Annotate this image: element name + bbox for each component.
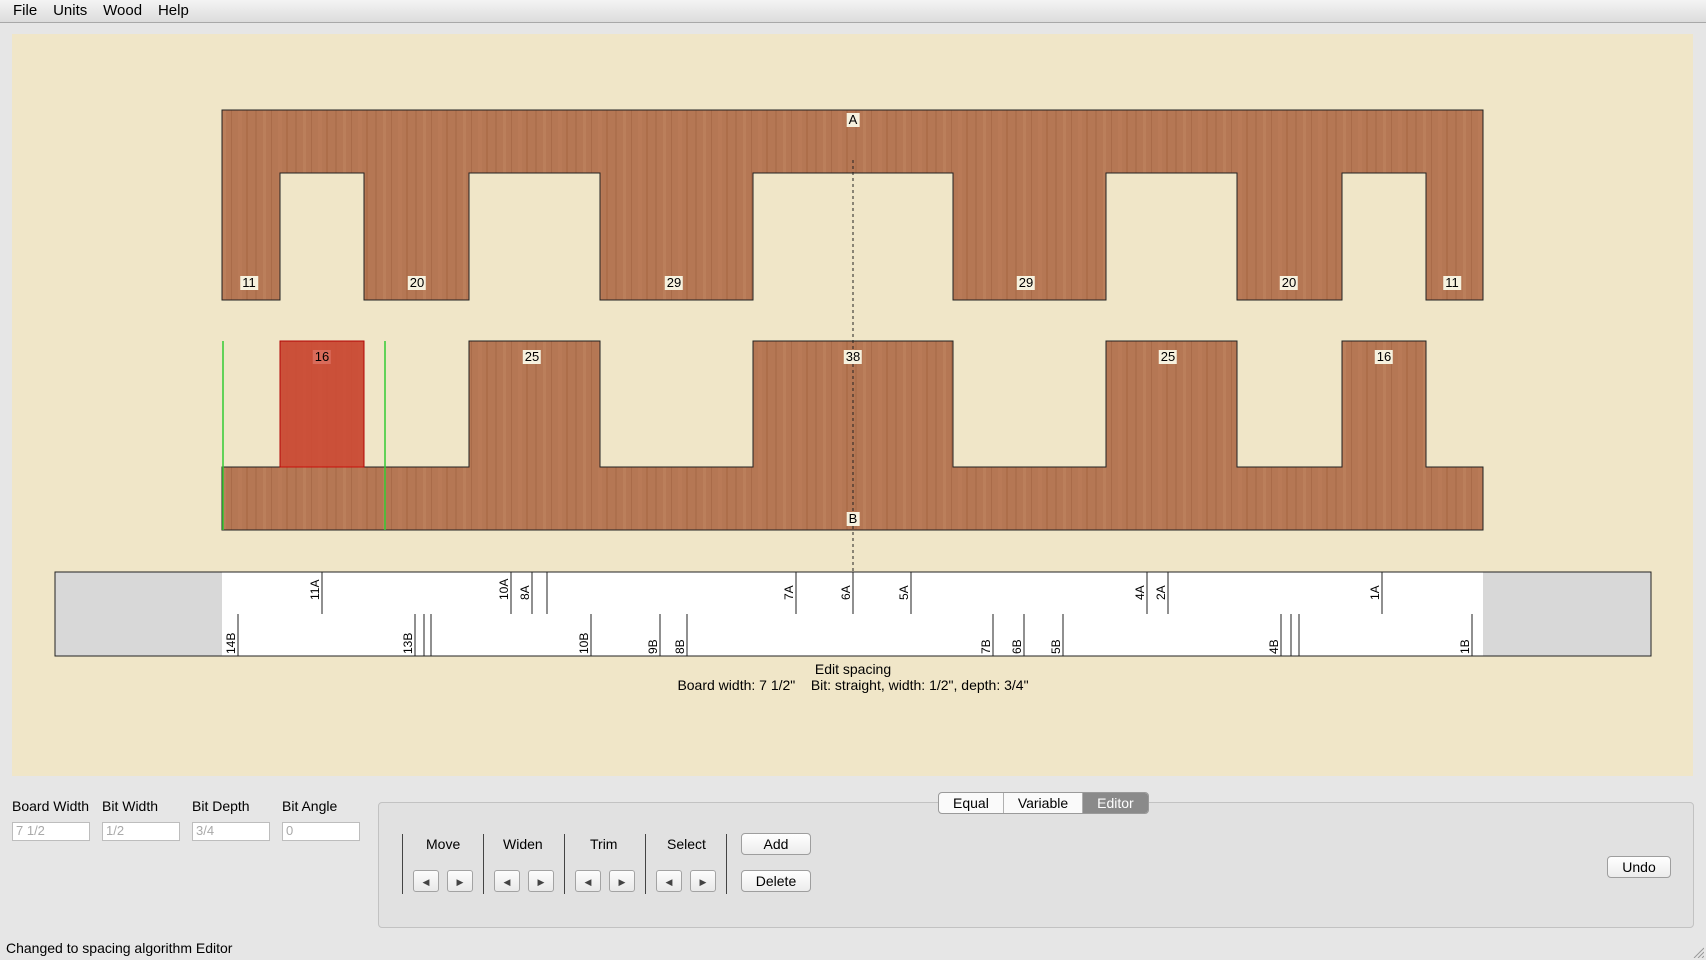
ruler-label: 8B bbox=[673, 639, 687, 654]
ruler-label: 5B bbox=[1049, 639, 1063, 654]
group-divider bbox=[483, 834, 484, 894]
ruler-label: 4A bbox=[1133, 585, 1147, 600]
board-width-label: Board Width bbox=[12, 798, 90, 814]
ruler-label: 11A bbox=[308, 580, 322, 600]
group-divider bbox=[564, 834, 565, 894]
board-a-label: A bbox=[846, 112, 860, 127]
trim-left-button[interactable]: ◀ bbox=[575, 870, 601, 892]
ruler-label: 6B bbox=[1010, 639, 1024, 654]
move-group-label: Move bbox=[426, 836, 461, 852]
board-width-field[interactable]: 7 1/2 bbox=[12, 822, 90, 841]
ruler-label: 9B bbox=[646, 639, 660, 654]
widen-right-button[interactable]: ▶ bbox=[528, 870, 554, 892]
ruler-label: 2A bbox=[1154, 585, 1168, 600]
bit-depth-field[interactable]: 3/4 bbox=[192, 822, 270, 841]
algorithm-tabs: Equal Variable Editor bbox=[938, 792, 1149, 814]
ruler-label: 1B bbox=[1458, 639, 1472, 654]
ruler-label: 8A bbox=[518, 585, 532, 600]
pin-label: 16 bbox=[1374, 349, 1394, 364]
ruler-label: 5A bbox=[897, 585, 911, 600]
spacing-ruler: 11A 10A 8A 7A 6A 5A 4A 2A 1A 14B 13B 10B 9B 8B 7B 6B 5B 4… bbox=[54, 571, 1652, 657]
bit-depth-label: Bit Depth bbox=[192, 798, 250, 814]
ruler-label: 10B bbox=[577, 633, 591, 654]
bit-width-field[interactable]: 1/2 bbox=[102, 822, 180, 841]
widen-left-button[interactable]: ◀ bbox=[494, 870, 520, 892]
delete-button[interactable]: Delete bbox=[741, 870, 811, 892]
pin-label: 38 bbox=[843, 349, 863, 364]
pin-label: 25 bbox=[522, 349, 542, 364]
tail-label: 11 bbox=[1443, 275, 1461, 290]
ruler-label: 10A bbox=[497, 579, 511, 600]
trim-right-button[interactable]: ▶ bbox=[609, 870, 635, 892]
bit-angle-field[interactable]: 0 bbox=[282, 822, 360, 841]
group-divider bbox=[645, 834, 646, 894]
resize-grip-icon[interactable] bbox=[1692, 946, 1704, 958]
group-divider bbox=[402, 834, 403, 894]
move-right-button[interactable]: ▶ bbox=[447, 870, 473, 892]
move-left-button[interactable]: ◀ bbox=[413, 870, 439, 892]
tab-variable[interactable]: Variable bbox=[1004, 793, 1084, 813]
editor-panel bbox=[378, 802, 1694, 928]
ruler-label: 13B bbox=[401, 633, 415, 654]
ruler-label: 14B bbox=[224, 633, 238, 654]
ruler-label: 7B bbox=[979, 639, 993, 654]
pin-label: 25 bbox=[1158, 349, 1178, 364]
ruler-label: 1A bbox=[1368, 585, 1382, 600]
menu-help[interactable]: Help bbox=[152, 0, 195, 19]
menu-wood[interactable]: Wood bbox=[97, 0, 148, 19]
caption-title: Edit spacing bbox=[814, 661, 892, 677]
menu-file[interactable]: File bbox=[0, 0, 43, 19]
tail-label: 29 bbox=[1016, 275, 1036, 290]
trim-group-label: Trim bbox=[590, 836, 618, 852]
bit-angle-label: Bit Angle bbox=[282, 798, 338, 814]
board-b bbox=[221, 340, 1484, 531]
caption-details: Board width: 7 1/2" Bit: straight, width… bbox=[677, 677, 1029, 693]
board-b-label: B bbox=[846, 511, 860, 526]
undo-button[interactable]: Undo bbox=[1607, 856, 1671, 878]
menu-units[interactable]: Units bbox=[47, 0, 93, 19]
select-right-button[interactable]: ▶ bbox=[690, 870, 716, 892]
menu-bar: File Units Wood Help bbox=[0, 0, 1706, 23]
widen-group-label: Widen bbox=[503, 836, 543, 852]
tail-label: 20 bbox=[1279, 275, 1299, 290]
ruler-label: 7A bbox=[782, 585, 796, 600]
add-button[interactable]: Add bbox=[741, 833, 811, 855]
tab-equal[interactable]: Equal bbox=[939, 793, 1004, 813]
ruler-label: 6A bbox=[839, 585, 853, 600]
tail-label: 11 bbox=[240, 275, 258, 290]
tail-label: 29 bbox=[664, 275, 684, 290]
pin-label: 16 bbox=[312, 349, 332, 364]
tail-label: 20 bbox=[407, 275, 427, 290]
group-divider bbox=[726, 834, 727, 894]
bit-width-label: Bit Width bbox=[102, 798, 159, 814]
select-group-label: Select bbox=[667, 836, 706, 852]
tab-editor[interactable]: Editor bbox=[1083, 793, 1148, 813]
status-message: Changed to spacing algorithm Editor bbox=[6, 940, 233, 956]
ruler-label: 4B bbox=[1267, 639, 1281, 654]
select-left-button[interactable]: ◀ bbox=[656, 870, 682, 892]
